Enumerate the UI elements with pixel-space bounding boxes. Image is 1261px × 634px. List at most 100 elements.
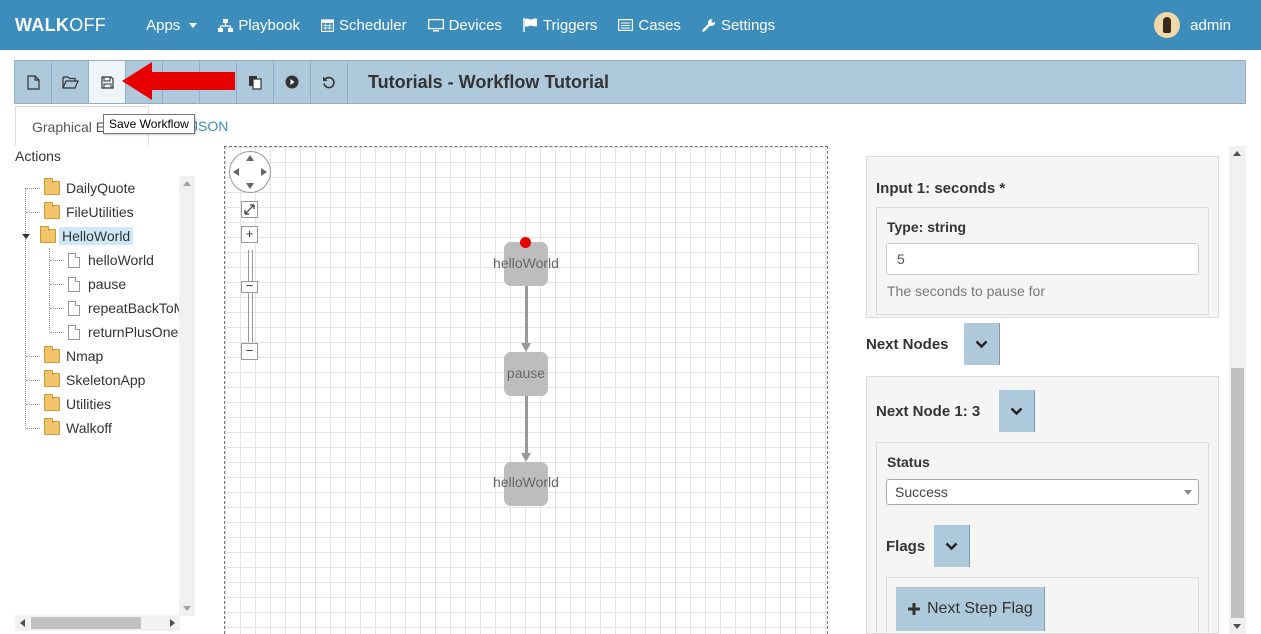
properties-scrollbar[interactable]	[1229, 146, 1246, 634]
nav-scheduler[interactable]: Scheduler	[311, 0, 417, 50]
avatar	[1154, 12, 1181, 38]
status-select[interactable]: Success	[886, 479, 1199, 505]
status-label: Status	[887, 454, 930, 470]
input-label: Input 1: seconds *	[876, 180, 1006, 197]
plus-icon	[908, 603, 920, 615]
scrollbar-thumb[interactable]	[1231, 368, 1244, 618]
nav-cases-label: Cases	[638, 16, 681, 34]
node-label: helloWorld	[493, 255, 559, 271]
zoom-slider-handle[interactable]: −	[241, 279, 258, 293]
file-icon	[68, 252, 80, 268]
seconds-input[interactable]	[886, 243, 1199, 275]
tree-item-action-returnplusone[interactable]: returnPlusOne	[44, 320, 178, 344]
chevron-down-icon	[189, 22, 198, 28]
next-nodes-label: Next Nodes	[866, 336, 949, 353]
tree-item-walkoff[interactable]: Walkoff	[20, 416, 112, 440]
tree-item-helloworld[interactable]: HelloWorld	[20, 224, 134, 248]
wrench-icon	[702, 19, 715, 32]
edge-arrowhead	[521, 453, 531, 462]
workflow-canvas[interactable]: + − − helloWorld pause helloWorld	[224, 146, 828, 634]
username: admin	[1190, 16, 1231, 34]
add-flag-label: Next Step Flag	[927, 600, 1033, 617]
copy-icon	[249, 75, 262, 90]
status-select-value: Success	[895, 484, 948, 500]
calendar-icon	[321, 19, 335, 32]
tree-item-skeletonapp[interactable]: SkeletonApp	[20, 368, 145, 392]
flag-icon	[523, 18, 537, 32]
folder-icon	[44, 418, 60, 435]
edge-arrowhead	[521, 343, 531, 352]
nav-apps-label: Apps	[146, 16, 181, 34]
pan-up-icon[interactable]	[246, 155, 254, 161]
save-workflow-tooltip: Save Workflow	[103, 114, 195, 134]
file-icon	[68, 300, 80, 316]
folder-icon	[44, 346, 60, 363]
tree-item-action-helloworld[interactable]: helloWorld	[44, 248, 154, 272]
nav-settings[interactable]: Settings	[692, 0, 785, 50]
tree-item-action-pause[interactable]: pause	[44, 272, 126, 296]
zoom-slider-track[interactable]	[248, 250, 253, 342]
brand-logo[interactable]: WALKOFF	[15, 15, 106, 36]
sitemap-icon	[218, 18, 234, 32]
start-node-indicator	[520, 237, 531, 248]
workflow-edge[interactable]	[525, 396, 528, 456]
workflow-edge[interactable]	[525, 286, 528, 346]
flags-toggle[interactable]	[934, 525, 970, 567]
type-label: Type: string	[887, 219, 967, 235]
new-workflow-button[interactable]	[15, 61, 52, 103]
pan-down-icon[interactable]	[246, 183, 254, 189]
nav-scheduler-label: Scheduler	[339, 16, 407, 34]
plus-icon: +	[245, 226, 254, 241]
copy-button[interactable]	[237, 61, 274, 103]
zoom-in-button[interactable]: +	[241, 226, 258, 243]
tab-json[interactable]: JSON	[191, 118, 228, 134]
scrollbar-thumb[interactable]	[31, 617, 141, 629]
list-icon	[618, 19, 634, 31]
undo-button[interactable]	[311, 61, 348, 103]
fit-view-button[interactable]	[241, 201, 258, 218]
folder-icon	[44, 394, 60, 411]
top-navbar: WALKOFF Apps Playbook Scheduler Devices …	[0, 0, 1261, 50]
nav-triggers[interactable]: Triggers	[513, 0, 607, 50]
next-node-label: Next Node 1: 3	[876, 403, 981, 420]
next-nodes-toggle[interactable]	[964, 323, 1000, 365]
save-icon	[100, 75, 114, 89]
zoom-out-button[interactable]: −	[241, 343, 258, 360]
pan-right-icon[interactable]	[261, 168, 267, 176]
folder-open-icon	[40, 226, 56, 243]
tree-item-nmap[interactable]: Nmap	[20, 344, 103, 368]
monitor-icon	[427, 18, 444, 31]
pan-control[interactable]	[229, 151, 271, 193]
nav-apps[interactable]: Apps	[136, 0, 207, 50]
tree-item-fileutilities[interactable]: FileUtilities	[20, 200, 134, 224]
tree-item-utilities[interactable]: Utilities	[20, 392, 111, 416]
actions-tree: DailyQuote FileUtilities HelloWorld hell…	[20, 176, 180, 616]
open-folder-icon	[61, 76, 79, 89]
actions-vertical-scrollbar[interactable]	[179, 176, 195, 616]
save-workflow-button[interactable]	[89, 61, 126, 103]
nav-settings-label: Settings	[720, 16, 776, 34]
tree-item-action-repeatbacktome[interactable]: repeatBackToMe	[44, 296, 180, 320]
pan-left-icon[interactable]	[233, 168, 239, 176]
tree-item-dailyquote[interactable]: DailyQuote	[20, 176, 135, 200]
add-next-step-flag-button[interactable]: Next Step Flag	[896, 587, 1045, 631]
user-menu[interactable]: admin	[1154, 0, 1231, 50]
nav-cases[interactable]: Cases	[608, 0, 691, 50]
expand-icon	[244, 204, 255, 215]
minus-icon: −	[245, 343, 254, 358]
play-circle-icon	[285, 75, 299, 89]
execute-workflow-button[interactable]	[274, 61, 311, 103]
expand-toggle-icon[interactable]	[22, 233, 30, 239]
flags-label: Flags	[886, 538, 926, 555]
nav-devices[interactable]: Devices	[418, 0, 512, 50]
nav-triggers-label: Triggers	[542, 16, 598, 34]
chevron-down-icon	[1010, 407, 1023, 415]
actions-horizontal-scrollbar[interactable]	[15, 615, 180, 631]
nav-playbook-label: Playbook	[238, 16, 301, 34]
load-workflow-button[interactable]	[52, 61, 89, 103]
next-node-toggle[interactable]	[999, 390, 1035, 432]
nav-playbook[interactable]: Playbook	[208, 0, 310, 50]
nav-menu: Apps Playbook Scheduler Devices Triggers…	[136, 0, 786, 50]
file-icon	[68, 324, 80, 340]
workflow-title: Tutorials - Workflow Tutorial	[368, 71, 609, 92]
